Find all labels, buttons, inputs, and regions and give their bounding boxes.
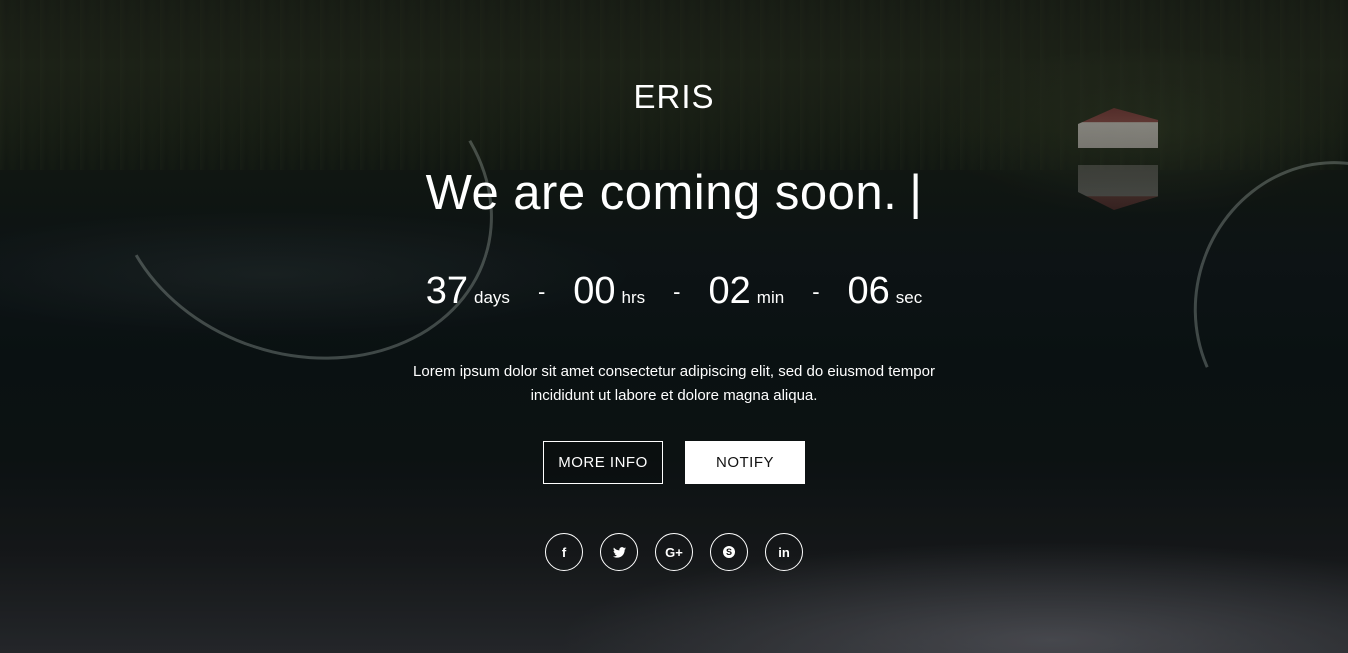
skype-link[interactable]: S — [710, 533, 748, 571]
more-info-button[interactable]: MORE INFO — [543, 441, 663, 484]
skype-icon: S — [723, 546, 735, 558]
hero-background: ERIS We are coming soon. | 37 days - 00 h… — [0, 0, 1348, 653]
countdown-seconds-value: 06 — [847, 270, 890, 312]
description-line: Lorem ipsum dolor sit amet consectetur a… — [413, 363, 935, 380]
description-text: Lorem ipsum dolor sit amet consectetur a… — [374, 360, 974, 408]
countdown-separator: - — [673, 279, 681, 304]
facebook-link[interactable]: f — [545, 533, 583, 571]
action-buttons: MORE INFO NOTIFY — [0, 441, 1348, 484]
headline-text: We are coming soon. — [425, 166, 898, 220]
countdown-seconds-label: sec — [895, 288, 923, 307]
countdown-separator: - — [537, 279, 546, 304]
page-title: We are coming soon. | — [0, 165, 1348, 221]
social-links: f G+ S in — [0, 533, 1348, 571]
twitter-link[interactable] — [600, 533, 638, 571]
typing-cursor: | — [909, 166, 923, 220]
countdown-seconds: 06 sec — [848, 270, 923, 313]
hero-content: ERIS We are coming soon. | 37 days - 00 h… — [0, 0, 1348, 653]
countdown-days: 37 days — [426, 270, 510, 313]
countdown-hours-label: hrs — [621, 288, 646, 307]
linkedin-link[interactable]: in — [765, 533, 803, 571]
countdown-minutes-value: 02 — [708, 270, 751, 312]
countdown-hours: 00 hrs — [573, 270, 645, 313]
countdown-days-value: 37 — [425, 270, 469, 312]
notify-button[interactable]: NOTIFY — [685, 441, 805, 484]
countdown-timer: 37 days - 00 hrs - 02 min - 06 sec — [0, 270, 1348, 313]
countdown-hours-value: 00 — [573, 270, 616, 312]
facebook-icon: f — [561, 544, 567, 560]
countdown-minutes: 02 min — [709, 270, 785, 313]
site-logo[interactable]: ERIS — [0, 78, 1348, 116]
description-line: incididunt ut labore et dolore magna ali… — [530, 387, 818, 404]
countdown-separator: - — [812, 279, 820, 304]
countdown-minutes-label: min — [756, 288, 785, 307]
countdown-days-label: days — [474, 288, 510, 307]
twitter-icon — [612, 546, 626, 558]
google-plus-icon: G+ — [665, 544, 683, 560]
linkedin-icon: in — [778, 544, 790, 560]
google-plus-link[interactable]: G+ — [655, 533, 693, 571]
